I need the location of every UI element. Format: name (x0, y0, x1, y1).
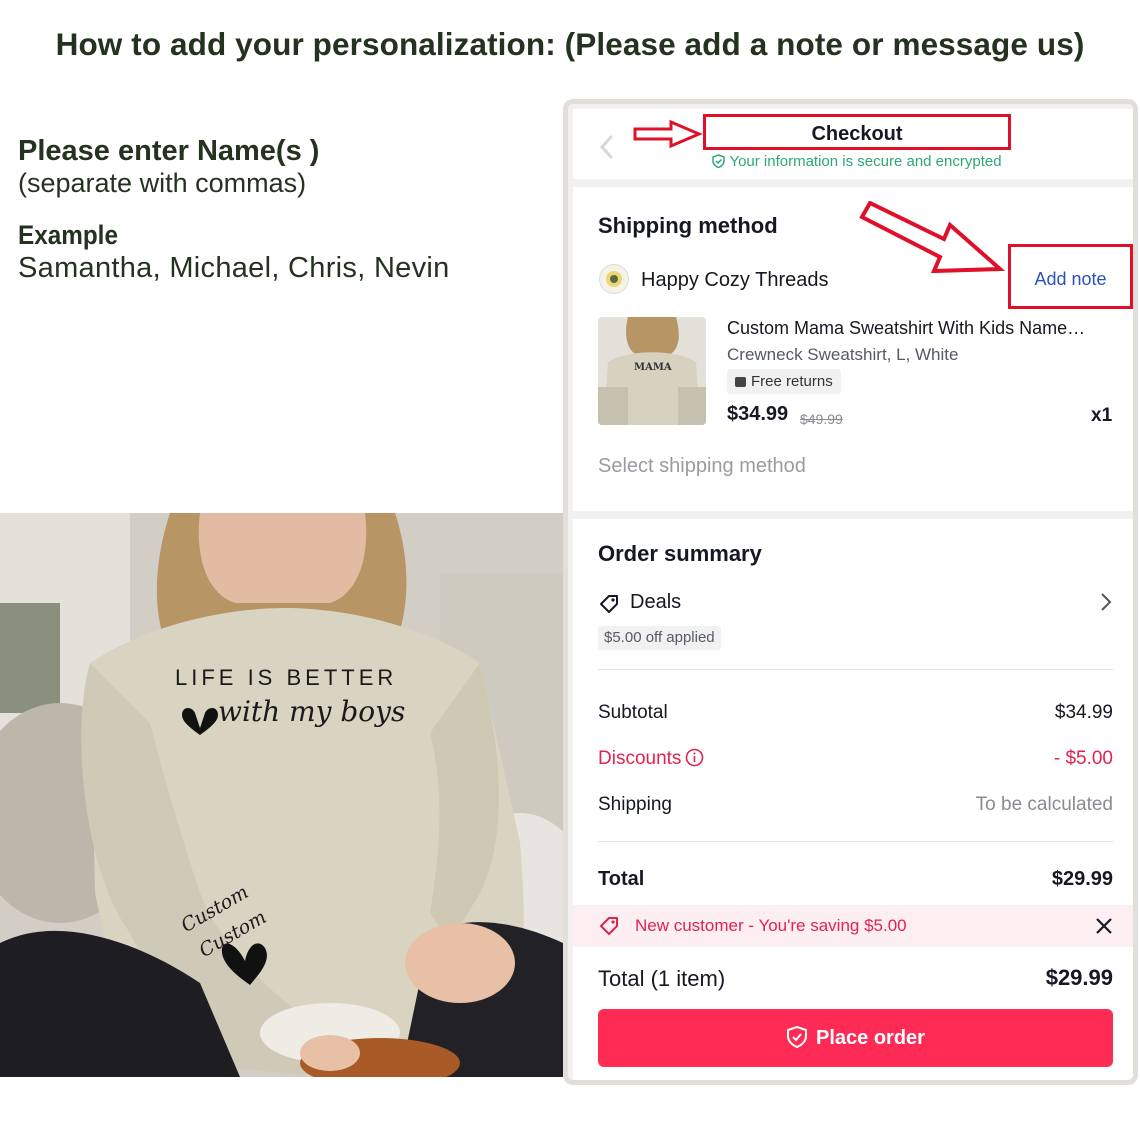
shipping-value: To be calculated (975, 794, 1113, 815)
place-order-label: Place order (816, 1027, 925, 1049)
deals-label: Deals (630, 591, 682, 613)
product-thumbnail[interactable]: MAMA (598, 317, 706, 425)
footer-item-count: (1 item) (650, 966, 726, 991)
instruction-line: Please enter Name(s ) (18, 135, 320, 167)
shipping-label: Shipping (598, 794, 672, 815)
product-photo: LIFE IS BETTER with my boys Custom Custo… (0, 513, 563, 1077)
product-quantity: x1 (1091, 405, 1113, 426)
print-line-2: with my boys (218, 695, 406, 728)
tag-icon (600, 917, 618, 935)
order-summary-title: Order summary (598, 541, 762, 566)
free-returns-badge: Free returns (727, 369, 841, 394)
deals-row[interactable]: Deals (598, 589, 1113, 619)
checkout-header: Checkout Your information is secure and … (573, 109, 1133, 179)
deal-applied-badge: $5.00 off applied (598, 626, 721, 650)
subtotal-label: Subtotal (598, 702, 668, 723)
shipping-card: Shipping method Happy Cozy Threads Add n… (573, 187, 1133, 511)
discounts-label: Discounts (598, 748, 682, 769)
example-value: Samantha, Michael, Chris, Nevin (18, 252, 450, 284)
shield-check-icon (712, 154, 726, 169)
product-price: $34.99 (727, 403, 789, 425)
add-note-link[interactable]: Add note (1008, 269, 1133, 290)
checkout-footer: Total (1 item) $29.99 Place order (573, 947, 1133, 1080)
annotation-arrow-icon (633, 119, 703, 149)
checkout-screen: Checkout Your information is secure and … (563, 99, 1138, 1085)
shield-check-icon (787, 1025, 808, 1049)
free-returns-label: Free returns (751, 373, 833, 390)
discounts-value: - $5.00 (1053, 748, 1113, 769)
product-name[interactable]: Custom Mama Sweatshirt With Kids Name… (727, 318, 1085, 339)
tag-icon (600, 595, 618, 613)
divider (598, 841, 1113, 842)
checkout-title: Checkout (811, 123, 903, 145)
shop-logo[interactable] (599, 264, 629, 294)
place-order-button[interactable]: Place order (598, 1009, 1113, 1067)
select-shipping-method[interactable]: Select shipping method (598, 455, 806, 478)
secure-notice: Your information is secure and encrypted (703, 153, 1011, 170)
close-icon[interactable] (1094, 916, 1114, 936)
instructions: Please enter Name(s ) (separate with com… (18, 134, 450, 284)
annotation-arrow-icon (859, 201, 1006, 274)
back-arrow-icon[interactable] (597, 133, 617, 161)
footer-total-label: Total (1 item) (598, 966, 725, 992)
returns-icon (735, 377, 746, 387)
product-original-price: $49.99 (800, 411, 843, 427)
example-label: Example (18, 220, 118, 250)
chevron-right-icon (1101, 593, 1112, 611)
instruction-subline: (separate with commas) (18, 168, 307, 198)
total-value: $29.99 (1051, 868, 1113, 890)
footer-total-word: Total (598, 966, 645, 991)
info-icon[interactable] (685, 748, 704, 767)
footer-total-value: $29.99 (1045, 965, 1113, 990)
print-line-1: LIFE IS BETTER (175, 665, 398, 690)
divider (598, 669, 1113, 670)
subtotal-value: $34.99 (1054, 702, 1113, 723)
product-variant: Crewneck Sweatshirt, L, White (727, 345, 959, 364)
new-customer-text: New customer - You're saving $5.00 (635, 916, 907, 935)
secure-text: Your information is secure and encrypted (729, 153, 1002, 170)
new-customer-banner: New customer - You're saving $5.00 (573, 905, 1133, 947)
thumbnail-text: MAMA (634, 362, 672, 373)
shop-name[interactable]: Happy Cozy Threads (641, 269, 829, 292)
total-label: Total (598, 868, 645, 890)
shipping-title: Shipping method (598, 213, 778, 238)
page-headline: How to add your personalization: (Please… (55, 26, 1085, 62)
